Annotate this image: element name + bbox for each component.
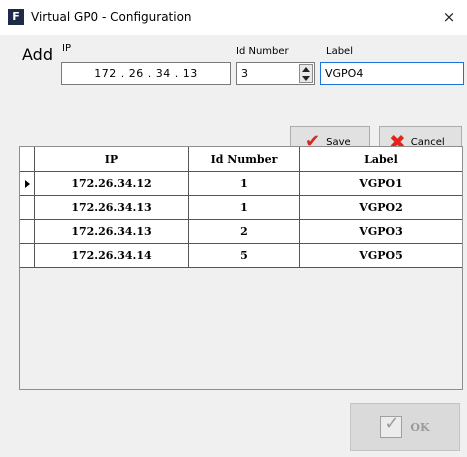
devices-grid[interactable]: IP Id Number Label 172.26.34.12 1 VGPO1 … (19, 146, 463, 390)
label-input[interactable]: VGPO4 (320, 62, 464, 85)
ok-button-label: OK (410, 420, 430, 434)
cell-label[interactable]: VGPO5 (300, 244, 462, 267)
cell-label[interactable]: VGPO3 (300, 220, 462, 243)
cell-label[interactable]: VGPO1 (300, 172, 462, 195)
label-label: Label (326, 46, 353, 57)
spin-up-icon[interactable] (302, 67, 310, 72)
row-selector[interactable] (20, 220, 35, 243)
row-header-corner (20, 147, 35, 171)
current-row-arrow-icon (24, 179, 30, 188)
column-header-ip[interactable]: IP (35, 147, 189, 171)
row-selector[interactable] (20, 244, 35, 267)
label-value: VGPO4 (325, 67, 364, 80)
ip-label: IP (62, 43, 71, 54)
close-button[interactable]: × (436, 5, 462, 29)
cell-ip[interactable]: 172.26.34.13 (35, 196, 189, 219)
cell-id[interactable]: 2 (189, 220, 300, 243)
table-row[interactable]: 172.26.34.13 2 VGPO3 (20, 220, 462, 244)
cell-ip[interactable]: 172.26.34.13 (35, 220, 189, 243)
window-title: Virtual GP0 - Configuration (31, 10, 192, 24)
table-row[interactable]: 172.26.34.12 1 VGPO1 (20, 172, 462, 196)
grid-header-row: IP Id Number Label (20, 147, 462, 172)
cell-label[interactable]: VGPO2 (300, 196, 462, 219)
id-number-label: Id Number (236, 46, 289, 57)
id-number-spinbox[interactable]: 3 (236, 62, 315, 85)
cell-ip[interactable]: 172.26.34.14 (35, 244, 189, 267)
row-selector[interactable] (20, 172, 35, 195)
ok-button[interactable]: ✓ OK (350, 403, 460, 451)
ip-address-value: 172 . 26 . 34 . 13 (94, 67, 198, 80)
id-number-value: 3 (241, 67, 248, 80)
cell-ip[interactable]: 172.26.34.12 (35, 172, 189, 195)
column-header-label[interactable]: Label (300, 147, 462, 171)
ip-address-input[interactable]: 172 . 26 . 34 . 13 (61, 62, 231, 85)
cell-id[interactable]: 5 (189, 244, 300, 267)
row-selector[interactable] (20, 196, 35, 219)
title-bar: F Virtual GP0 - Configuration × (0, 0, 467, 35)
spin-down-icon[interactable] (302, 76, 310, 81)
spin-buttons[interactable] (299, 64, 313, 83)
app-icon: F (8, 9, 24, 25)
cell-id[interactable]: 1 (189, 196, 300, 219)
table-row[interactable]: 172.26.34.13 1 VGPO2 (20, 196, 462, 220)
column-header-id-number[interactable]: Id Number (189, 147, 300, 171)
table-row[interactable]: 172.26.34.14 5 VGPO5 (20, 244, 462, 268)
checkbox-check-icon: ✓ (380, 413, 403, 438)
cell-id[interactable]: 1 (189, 172, 300, 195)
add-section-label: Add (22, 45, 53, 64)
